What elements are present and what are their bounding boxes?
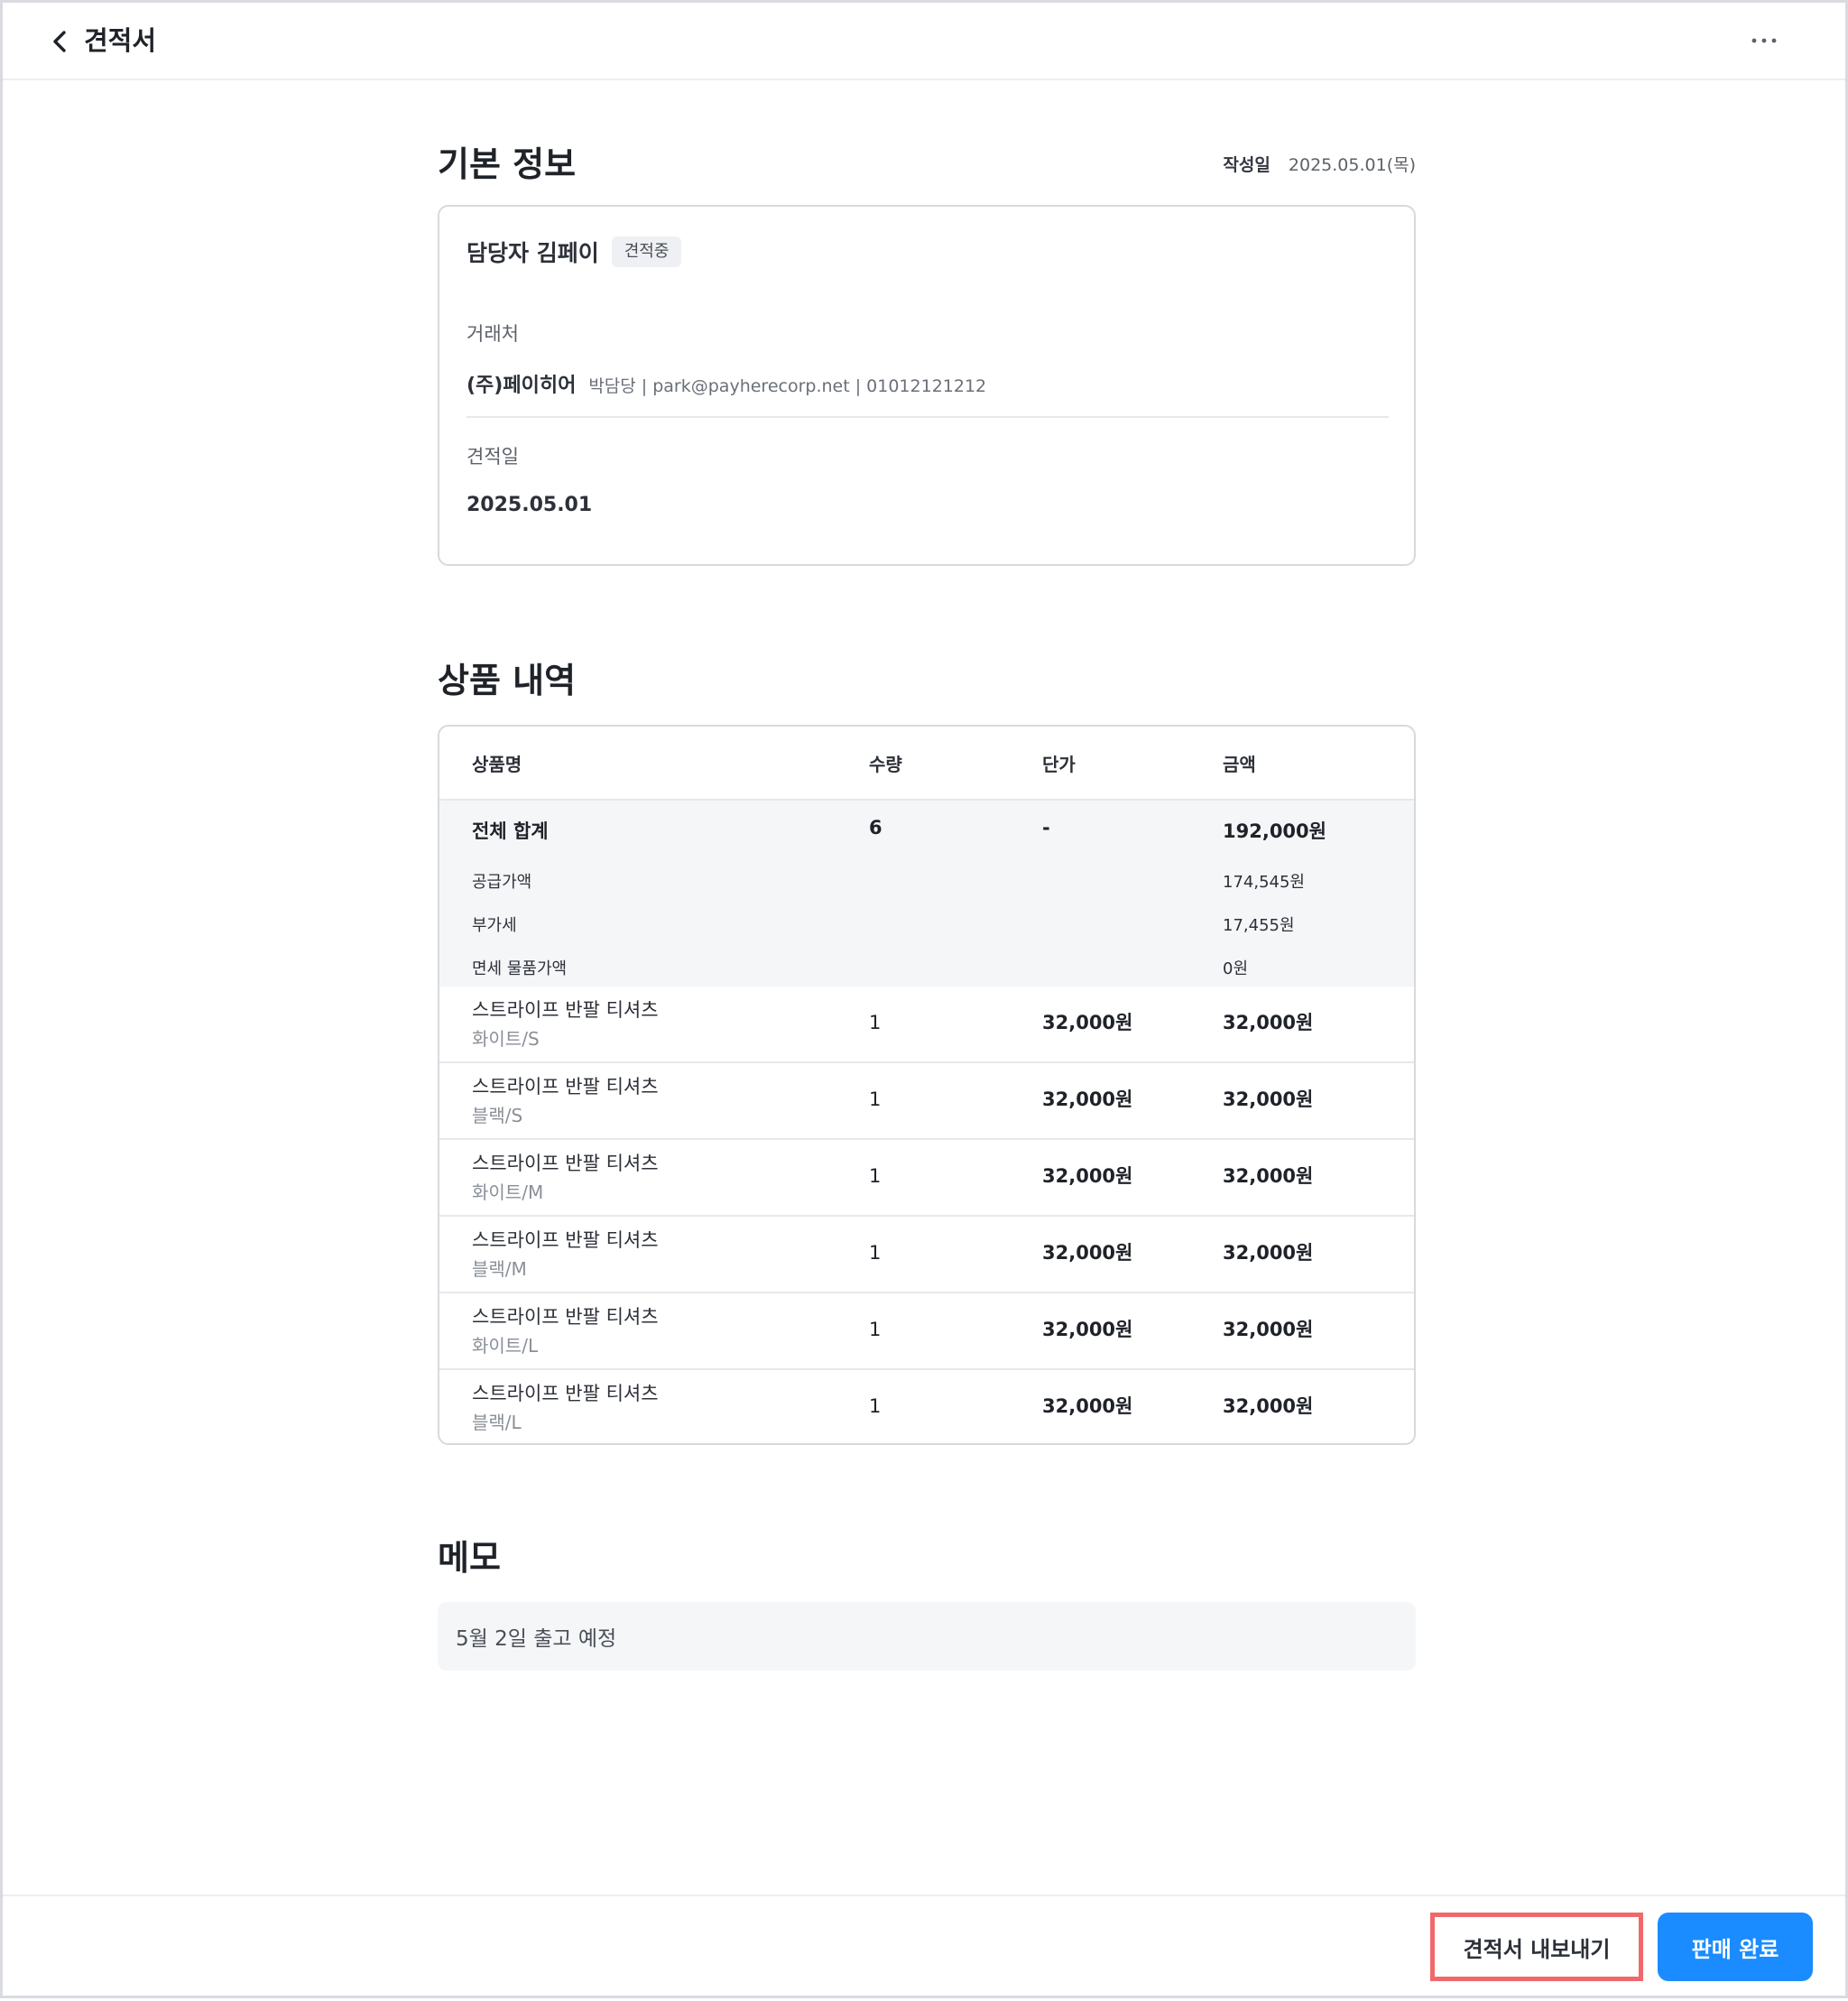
product-amount: 32,000원 [1223, 1319, 1314, 1340]
more-button[interactable] [1742, 19, 1786, 62]
product-unit-price: 32,000원 [1042, 1395, 1133, 1417]
product-qty: 1 [869, 1165, 882, 1187]
product-name: 스트라이프 반팔 티셔츠 [472, 1229, 659, 1251]
total-amount: 192,000원 [1223, 820, 1326, 842]
memo-title: 메모 [438, 1538, 501, 1578]
product-qty: 1 [869, 1012, 882, 1033]
memo-text: 5월 2일 출고 예정 [438, 1602, 1416, 1671]
vat-value: 17,455원 [1223, 916, 1295, 935]
product-unit-price: 32,000원 [1042, 1242, 1133, 1264]
product-amount: 32,000원 [1223, 1395, 1314, 1417]
bottom-action-bar: 견적서 내보내기 판매 완료 [3, 1894, 1845, 2001]
product-unit-price: 32,000원 [1042, 1089, 1133, 1110]
table-row: 스트라이프 반팔 티셔츠 블랙/L 1 32,000원 32,000원 [439, 1370, 1414, 1443]
product-qty: 1 [869, 1319, 882, 1340]
table-row: 스트라이프 반팔 티셔츠 화이트/M 1 32,000원 32,000원 [439, 1140, 1414, 1217]
total-qty: 6 [869, 817, 882, 838]
table-row: 스트라이프 반팔 티셔츠 화이트/L 1 32,000원 32,000원 [439, 1293, 1414, 1370]
quote-date-label: 견적일 [467, 446, 519, 468]
created-date: 작성일 2025.05.01(목) [1223, 153, 1416, 178]
product-unit-price: 32,000원 [1042, 1319, 1133, 1340]
supply-amount-value: 174,545원 [1223, 873, 1305, 892]
products-table: 상품명 수량 단가 금액 전체 합계 6 - 192,000원 공급가액 174… [438, 725, 1416, 1445]
complete-sale-button[interactable]: 판매 완료 [1658, 1913, 1813, 1981]
product-amount: 32,000원 [1223, 1165, 1314, 1187]
created-date-value: 2025.05.01(목) [1288, 155, 1416, 175]
client-label: 거래처 [467, 323, 519, 345]
product-amount: 32,000원 [1223, 1242, 1314, 1264]
basic-info-header: 기본 정보 작성일 2025.05.01(목) [438, 142, 1416, 187]
top-bar: 견적서 [3, 3, 1845, 80]
product-unit-price: 32,000원 [1042, 1012, 1133, 1033]
column-header-qty: 수량 [869, 754, 902, 775]
product-option: 블랙/L [472, 1412, 522, 1433]
total-label: 전체 합계 [472, 820, 549, 842]
total-unit-price: - [1042, 817, 1050, 838]
product-option: 화이트/M [472, 1181, 544, 1203]
export-quote-button[interactable]: 견적서 내보내기 [1430, 1913, 1643, 1981]
product-qty: 1 [869, 1242, 882, 1264]
card-divider [467, 416, 1389, 418]
product-name: 스트라이프 반팔 티셔츠 [472, 1153, 659, 1174]
back-button[interactable] [41, 21, 80, 62]
table-row: 스트라이프 반팔 티셔츠 블랙/S 1 32,000원 32,000원 [439, 1063, 1414, 1140]
column-header-unit-price: 단가 [1042, 754, 1076, 775]
quote-date-value: 2025.05.01 [467, 494, 593, 516]
product-unit-price: 32,000원 [1042, 1165, 1133, 1187]
supply-amount-label: 공급가액 [472, 873, 532, 892]
client-name: (주)페이히어 [467, 375, 577, 397]
product-qty: 1 [869, 1395, 882, 1417]
vat-label: 부가세 [472, 916, 517, 935]
page-title: 견적서 [84, 25, 157, 56]
table-row: 스트라이프 반팔 티셔츠 화이트/S 1 32,000원 32,000원 [439, 987, 1414, 1063]
product-option: 화이트/L [472, 1335, 539, 1357]
product-option: 블랙/M [472, 1258, 527, 1280]
product-name: 스트라이프 반팔 티셔츠 [472, 1306, 659, 1328]
app-window: 견적서 기본 정보 작성일 2025.05.01(목) 담당자 김페이 견적중 … [0, 0, 1848, 1998]
product-name: 스트라이프 반팔 티셔츠 [472, 999, 659, 1021]
product-rows: 스트라이프 반팔 티셔츠 화이트/S 1 32,000원 32,000원 스트라… [439, 987, 1414, 1443]
product-name: 스트라이프 반팔 티셔츠 [472, 1383, 659, 1404]
manager-row: 담당자 김페이 견적중 [467, 234, 682, 270]
products-title: 상품 내역 [438, 661, 577, 700]
product-amount: 32,000원 [1223, 1012, 1314, 1033]
created-date-label: 작성일 [1223, 155, 1270, 175]
product-qty: 1 [869, 1089, 882, 1110]
client-detail: 박담당 | park@payherecorp.net | 01012121212 [588, 376, 987, 396]
client-line: (주)페이히어 박담당 | park@payherecorp.net | 010… [467, 369, 986, 398]
manager-name: 담당자 김페이 [467, 240, 599, 266]
tax-free-value: 0원 [1223, 959, 1249, 978]
table-row: 스트라이프 반팔 티셔츠 블랙/M 1 32,000원 32,000원 [439, 1217, 1414, 1293]
column-header-amount: 금액 [1223, 754, 1256, 775]
table-header: 상품명 수량 단가 금액 [439, 727, 1414, 801]
column-header-name: 상품명 [472, 754, 522, 775]
chevron-left-icon [53, 31, 66, 52]
product-option: 화이트/S [472, 1028, 540, 1050]
product-amount: 32,000원 [1223, 1089, 1314, 1110]
status-badge: 견적중 [611, 236, 682, 267]
more-horizontal-icon [1751, 38, 1777, 43]
product-option: 블랙/S [472, 1105, 523, 1126]
basic-info-card: 담당자 김페이 견적중 거래처 (주)페이히어 박담당 | park@payhe… [438, 205, 1416, 566]
tax-free-label: 면세 물품가액 [472, 959, 568, 978]
totals-block: 전체 합계 6 - 192,000원 공급가액 174,545원 부가세 17,… [439, 801, 1414, 987]
product-name: 스트라이프 반팔 티셔츠 [472, 1076, 659, 1098]
